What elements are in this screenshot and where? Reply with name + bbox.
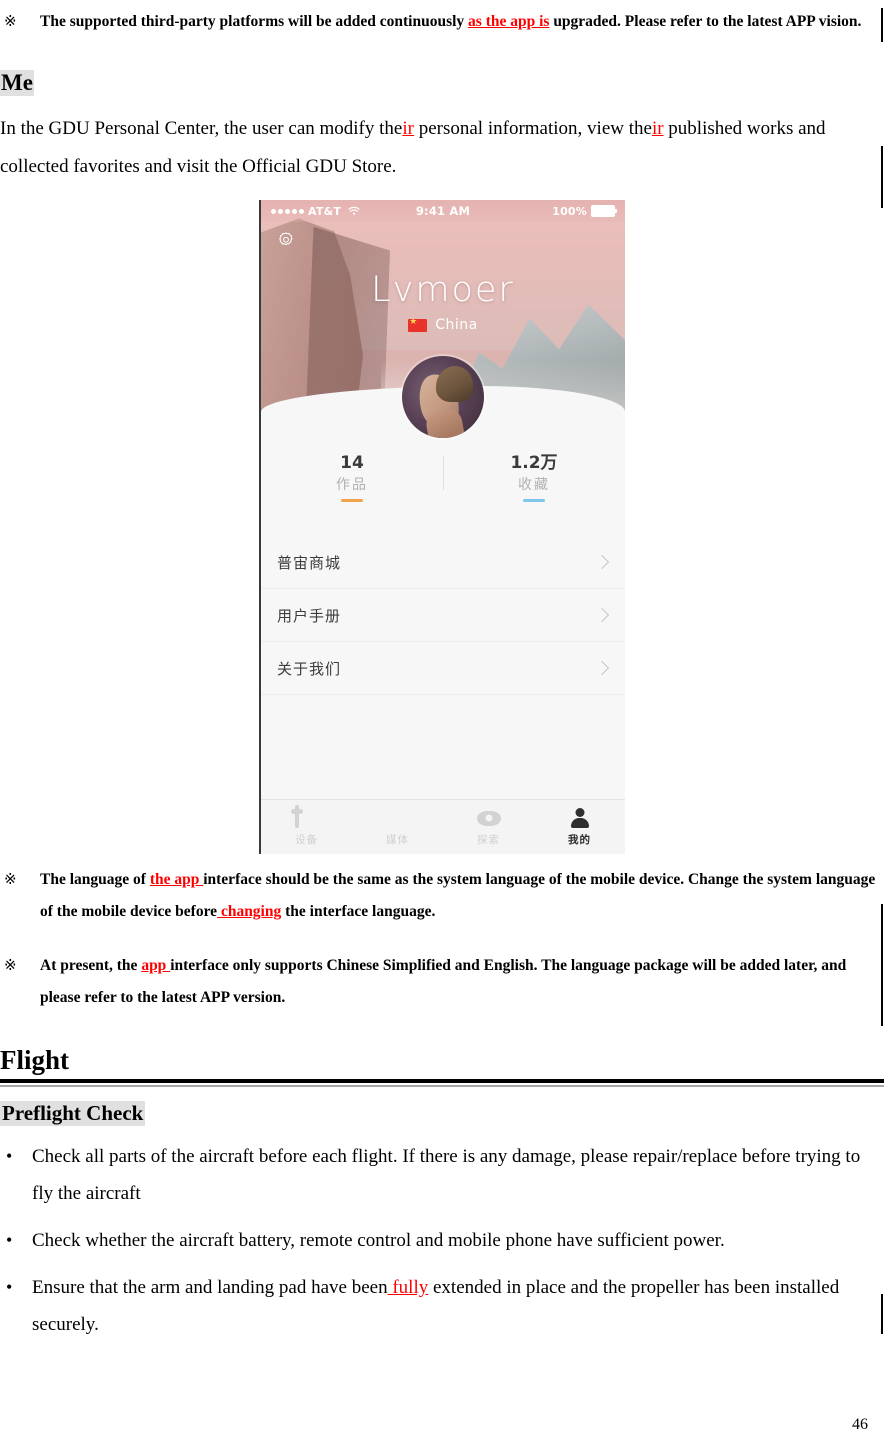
note-seg-highlight-1: app [141,957,171,975]
status-bar-left: AT&T [271,205,416,218]
bullet-icon: • [6,1146,13,1167]
note-seg-highlight-1: the app [149,871,204,889]
tab-media-label: 媒体 [386,834,409,847]
status-bar: AT&T 9:41 AM 100% [261,200,625,223]
chevron-right-icon [594,661,610,676]
avatar[interactable] [402,356,484,439]
device-icon [294,805,319,829]
change-bar [881,146,883,208]
china-flag-icon [408,316,428,332]
list-item-text: Check whether the aircraft battery, remo… [32,1230,725,1252]
menu-item-store-label: 普宙商城 [277,553,342,572]
menu-item-about-us[interactable]: 关于我们 [261,642,625,696]
status-bar-right: 100% [470,204,618,218]
note-block-language: ※ The language of the app interface shou… [0,864,884,928]
profile-username: Lvmoer [371,270,515,311]
flight-heading-rule [0,1078,884,1087]
person-icon [568,807,592,829]
wifi-icon [348,206,360,216]
phone-screenshot-figure: AT&T 9:41 AM 100% Lvmoer ★ China 14 作品 1… [259,200,625,855]
bullet-icon: • [6,1230,13,1251]
paragraph-personal-center: In the GDU Personal Center, the user can… [0,110,884,186]
menu-item-about-us-label: 关于我们 [277,659,342,678]
profile-country-row: China [261,316,625,334]
note-text: The language of the app interface should… [40,864,884,928]
menu-item-user-manual-label: 用户手册 [277,606,342,625]
document-page: ※ The supported third-party platforms wi… [0,6,884,1444]
profile-country-label: China [435,317,478,334]
note-seg-1: The supported third-party platforms will… [40,13,469,30]
carrier-label: AT&T [308,204,342,218]
note-seg-highlight: as the app is [468,13,550,30]
chevron-right-icon [594,555,610,570]
stat-favorites-label: 收藏 [518,477,550,494]
gear-icon[interactable] [275,230,297,252]
note-mark-icon: ※ [4,958,17,975]
note-mark-icon: ※ [4,14,17,30]
par-red-2: ir [651,118,664,140]
list-item: • Check all parts of the aircraft before… [0,1138,884,1212]
profile-stats: 14 作品 1.2万 收藏 [261,452,625,503]
stat-favorites-underline [523,499,545,503]
menu-item-store[interactable]: 普宙商城 [261,536,625,590]
chevron-right-icon [594,608,610,623]
note-text: At present, the app interface only suppo… [40,950,884,1014]
status-time: 9:41 AM [415,204,471,219]
stat-favorites[interactable]: 1.2万 收藏 [443,452,625,503]
list-item: • Ensure that the arm and landing pad ha… [0,1269,884,1343]
note-block-platforms: ※ The supported third-party platforms wi… [0,6,884,38]
stat-works-underline [341,499,363,503]
avatar-hair [436,366,473,403]
note-seg-3: the interface language. [281,903,436,921]
tab-explore[interactable]: 探索 [443,800,534,854]
list-item-highlight: fully [387,1277,429,1299]
page-number: 46 [852,1416,868,1433]
par-red-1: ir [402,118,414,140]
menu-item-user-manual[interactable]: 用户手册 [261,589,625,643]
list-item-text: Ensure that the arm and landing pad have… [32,1277,388,1299]
stat-works[interactable]: 14 作品 [261,452,443,503]
preflight-check-list: • Check all parts of the aircraft before… [0,1138,884,1343]
par-part-1: In the GDU Personal Center, the user can… [0,118,403,140]
phone-frame: AT&T 9:41 AM 100% Lvmoer ★ China 14 作品 1… [259,200,625,855]
battery-icon [591,205,618,218]
media-icon [386,807,410,829]
tab-device[interactable]: 设备 [261,800,352,854]
tab-mine-label: 我的 [568,834,591,847]
bottom-tab-bar: 设备 媒体 探索 我的 [261,799,625,855]
tab-media[interactable]: 媒体 [352,800,443,854]
tab-device-label: 设备 [295,834,318,847]
note-seg-1: At present, the [40,957,142,975]
note-block-supported-languages: ※ At present, the app interface only sup… [0,950,884,1014]
profile-menu-list: 普宙商城 用户手册 关于我们 [261,536,625,696]
stat-favorites-value: 1.2万 [510,453,558,474]
heading-preflight-check: Preflight Check [0,1100,146,1127]
stat-works-label: 作品 [336,477,368,494]
heading-flight: Flight [0,1045,70,1076]
list-item: • Check whether the aircraft battery, re… [0,1222,884,1259]
eye-icon [476,807,501,829]
note-text: The supported third-party platforms will… [40,6,884,38]
tab-explore-label: 探索 [477,834,500,847]
note-seg-2: upgraded. Please refer to the latest APP… [549,13,862,30]
signal-dots-icon [271,208,304,214]
bullet-icon: • [6,1277,13,1298]
heading-me: Me [0,70,34,97]
par-part-2: personal information, view the [413,118,652,140]
note-mark-icon: ※ [4,872,17,889]
tab-mine[interactable]: 我的 [534,800,625,854]
battery-percent-label: 100% [552,204,588,218]
stat-works-value: 14 [340,453,364,474]
note-seg-highlight-2: changing [217,903,282,921]
list-item-text: Check all parts of the aircraft before e… [32,1146,861,1205]
note-seg-1: The language of [40,871,150,889]
